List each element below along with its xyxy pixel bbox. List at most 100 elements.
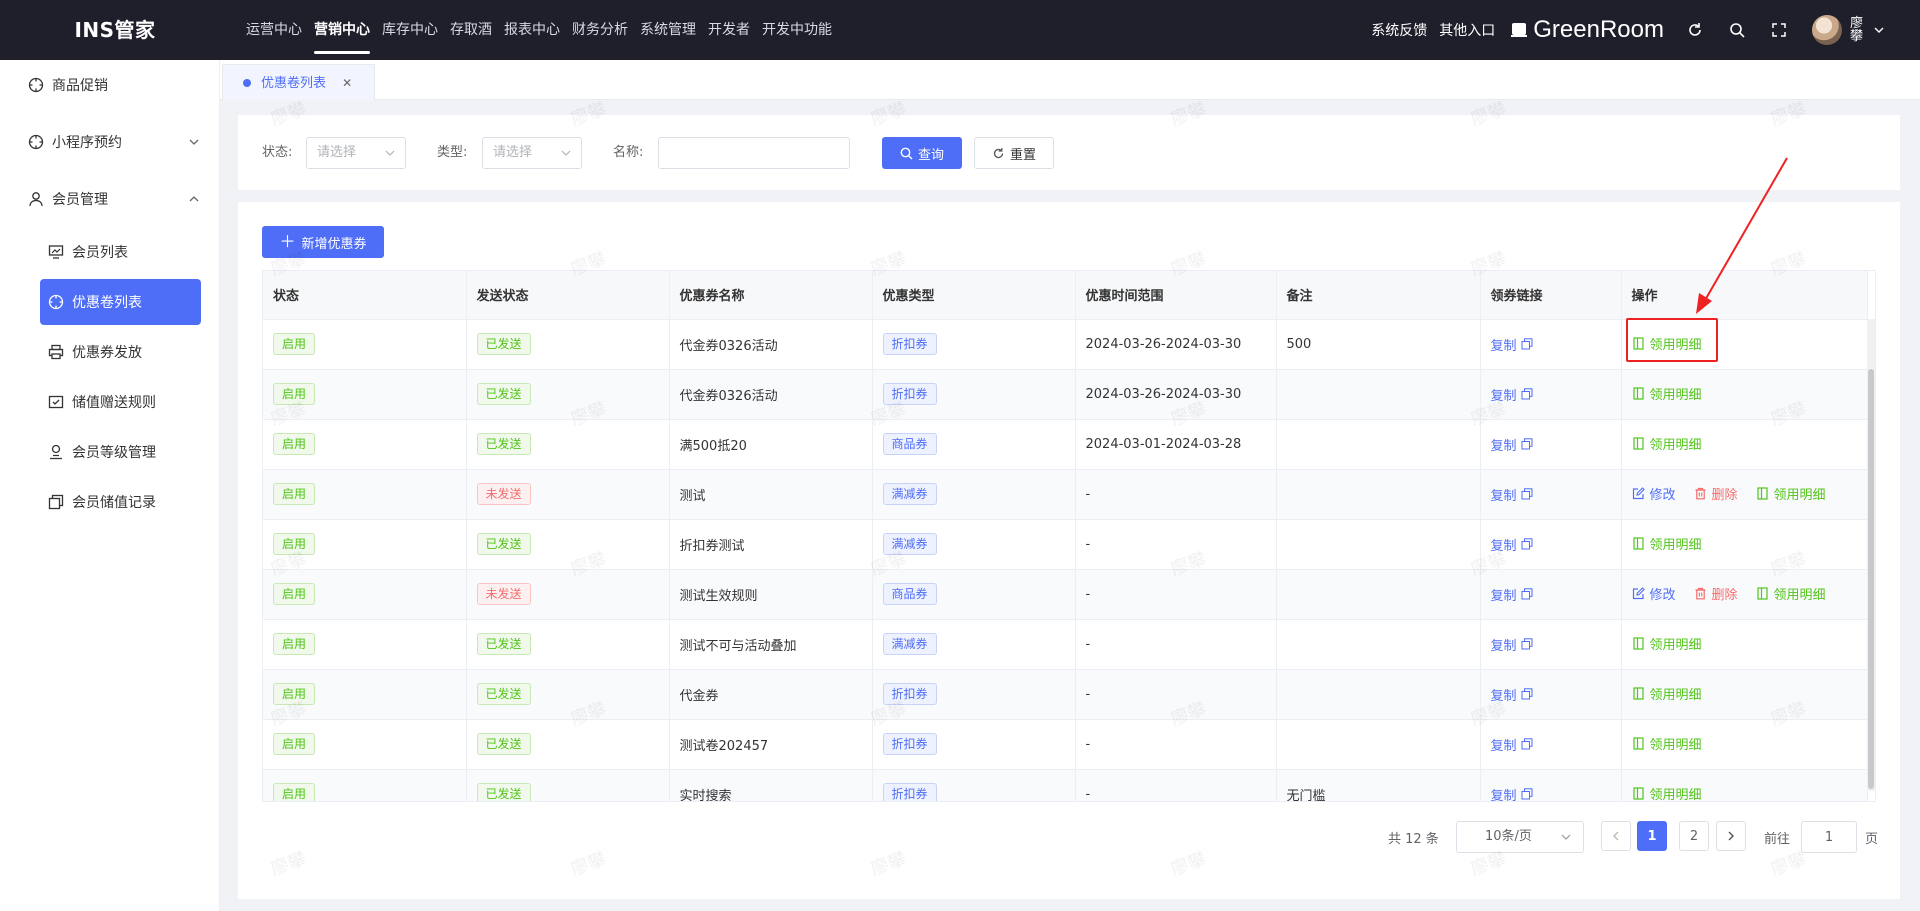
delete-label: 删除 — [1711, 588, 1738, 603]
remark-cell — [1276, 719, 1481, 770]
copy-link-button[interactable]: 复制 — [1491, 535, 1533, 554]
copy-link-button[interactable]: 复制 — [1491, 335, 1533, 354]
table-row[interactable]: 启用 未发送 测试 满减券 - 复制 修改 删除 领用明细 — [263, 469, 1868, 520]
usage-detail-button[interactable]: 领用明细 — [1632, 634, 1702, 653]
sidebar-item-coupon-distribution[interactable]: 优惠券发放 — [40, 329, 201, 375]
user-avatar[interactable] — [1812, 15, 1842, 45]
usage-detail-button[interactable]: 领用明细 — [1632, 534, 1702, 553]
sidebar-item-coupon-list[interactable]: 优惠卷列表 — [40, 279, 201, 325]
table-row[interactable]: 启用 已发送 折扣券测试 满减券 - 复制 领用明细 — [263, 519, 1868, 570]
search-icon[interactable] — [1728, 21, 1746, 39]
copy-link-button[interactable]: 复制 — [1491, 385, 1533, 404]
type-select[interactable]: 请选择 — [482, 137, 582, 169]
table-row[interactable]: 启用 已发送 测试卷202457 折扣券 - 复制 领用明细 — [263, 719, 1868, 770]
reset-button[interactable]: 重置 — [974, 137, 1054, 169]
table-row[interactable]: 启用 已发送 满500抵20 商品券 2024-03-01-2024-03-28 复制 领用… — [263, 419, 1868, 470]
send-status-badge: 已发送 — [476, 633, 531, 655]
usage-detail-button[interactable]: 领用明细 — [1756, 584, 1826, 603]
usage-detail-button[interactable]: 领用明细 — [1632, 684, 1702, 703]
table-row[interactable]: 启用 已发送 测试不可与活动叠加 满减券 - 复制 领用明细 — [263, 619, 1868, 670]
copy-icon — [1521, 688, 1533, 700]
prev-page-button[interactable] — [1601, 821, 1631, 851]
usage-detail-label: 领用明细 — [1649, 788, 1702, 802]
copy-link-button[interactable]: 复制 — [1491, 685, 1533, 704]
topnav-item-5[interactable]: 财务分析 — [572, 0, 628, 60]
sidebar-item-stored-value-rules[interactable]: 储值赠送规则 — [40, 379, 201, 425]
topnav-item-6[interactable]: 系统管理 — [640, 0, 696, 60]
status-cell: 启用 — [263, 369, 467, 420]
refresh-icon — [992, 147, 1005, 160]
feedback-link[interactable]: 系统反馈 — [1371, 20, 1427, 40]
usage-detail-button[interactable]: 领用明细 — [1632, 784, 1702, 802]
table-row[interactable]: 启用 已发送 代金券 折扣券 - 复制 领用明细 — [263, 669, 1868, 720]
sidebar-item-stored-value-record[interactable]: 会员储值记录 — [40, 479, 201, 525]
copy-link-button[interactable]: 复制 — [1491, 585, 1533, 604]
table-row[interactable]: 启用 已发送 实时搜索 折扣券 - 无门槛 复制 领用明细 — [263, 769, 1868, 802]
scrollbar-thumb[interactable] — [1868, 369, 1874, 789]
topnav-item-7[interactable]: 开发者 — [708, 0, 750, 60]
status-badge: 启用 — [273, 433, 316, 455]
type-select-placeholder: 请选择 — [493, 145, 533, 160]
goto-page-input[interactable] — [1801, 821, 1857, 853]
usage-detail-button[interactable]: 领用明细 — [1632, 334, 1702, 353]
sidebar-item-member-list[interactable]: 会员列表 — [40, 229, 201, 275]
table-row[interactable]: 启用 未发送 测试生效规则 商品券 - 复制 修改 删除 领用明细 — [263, 569, 1868, 620]
usage-detail-button[interactable]: 领用明细 — [1632, 384, 1702, 403]
copy-icon — [1521, 438, 1533, 450]
chevron-down-icon[interactable] — [1874, 25, 1884, 35]
send-status-badge: 已发送 — [476, 333, 531, 355]
table-scrollbar[interactable] — [1867, 319, 1875, 791]
coupon-type-cell: 折扣券 — [872, 769, 1076, 801]
name-input[interactable] — [658, 137, 850, 169]
copy-link-button[interactable]: 复制 — [1491, 735, 1533, 754]
add-coupon-button[interactable]: ＋ 新增优惠券 — [262, 226, 384, 258]
usage-detail-button[interactable]: 领用明细 — [1632, 434, 1702, 453]
topnav-item-1[interactable]: 营销中心 — [314, 0, 370, 60]
edit-button[interactable]: 修改 — [1632, 584, 1676, 603]
page-2-button[interactable]: 2 — [1679, 821, 1709, 851]
send-status-cell: 已发送 — [466, 519, 670, 570]
table-header-row: 状态 发送状态 优惠券名称 优惠类型 优惠时间范围 备注 领券链接 操作 — [263, 271, 1868, 320]
coupon-name-cell: 折扣券测试 — [669, 519, 873, 570]
status-select[interactable]: 请选择 — [306, 137, 406, 169]
sidebar-item-product-promotion[interactable]: 商品促销 — [0, 60, 220, 110]
page-tabs-bar: 优惠卷列表 ✕ — [220, 60, 1920, 100]
sidebar-item-mini-program[interactable]: 小程序预约 — [0, 117, 220, 167]
copy-link-button[interactable]: 复制 — [1491, 485, 1533, 504]
next-page-button[interactable] — [1716, 821, 1746, 851]
page-1-button[interactable]: 1 — [1637, 821, 1667, 851]
refresh-icon[interactable] — [1686, 21, 1704, 39]
copy-link-button[interactable]: 复制 — [1491, 635, 1533, 654]
delete-button[interactable]: 删除 — [1694, 484, 1738, 503]
edit-button[interactable]: 修改 — [1632, 484, 1676, 503]
page-size-select[interactable]: 10条/页 — [1456, 821, 1584, 853]
query-button[interactable]: 查询 — [882, 137, 962, 169]
topnav-item-8[interactable]: 开发中功能 — [762, 0, 832, 60]
sidebar-item-member-level[interactable]: 会员等级管理 — [40, 429, 201, 475]
table-row[interactable]: 启用 已发送 代金券0326活动 折扣券 2024-03-26-2024-03-30 50… — [263, 319, 1868, 370]
fullscreen-icon[interactable] — [1770, 21, 1788, 39]
topnav-item-3[interactable]: 存取酒 — [450, 0, 492, 60]
sidebar-item-member-management[interactable]: 会员管理 — [0, 174, 220, 224]
usage-detail-button[interactable]: 领用明细 — [1756, 484, 1826, 503]
copy-link-button[interactable]: 复制 — [1491, 435, 1533, 454]
actions-cell: 修改 删除 领用明细 — [1621, 569, 1868, 620]
delete-button[interactable]: 删除 — [1694, 584, 1738, 603]
coupon-type-badge: 折扣券 — [882, 383, 937, 405]
send-status-cell: 已发送 — [466, 769, 670, 801]
tab-coupon-list[interactable]: 优惠卷列表 ✕ — [222, 64, 376, 100]
user-name[interactable]: 廖攀 — [1850, 17, 1864, 43]
usage-detail-button[interactable]: 领用明细 — [1632, 734, 1702, 753]
topnav-item-0[interactable]: 运营中心 — [246, 0, 302, 60]
app-logo[interactable]: INS管家 — [0, 0, 230, 60]
store-name[interactable]: GreenRoom — [1533, 16, 1664, 44]
copy-label: 复制 — [1490, 688, 1517, 704]
table-row[interactable]: 启用 已发送 代金券0326活动 折扣券 2024-03-26-2024-03-30 复制… — [263, 369, 1868, 420]
close-icon[interactable]: ✕ — [342, 76, 352, 90]
topnav-item-2[interactable]: 库存中心 — [382, 0, 438, 60]
remark-cell — [1276, 669, 1481, 720]
coupon-type-badge: 满减券 — [882, 483, 937, 505]
copy-link-button[interactable]: 复制 — [1491, 785, 1533, 801]
other-entry-link[interactable]: 其他入口 — [1439, 20, 1495, 40]
topnav-item-4[interactable]: 报表中心 — [504, 0, 560, 60]
